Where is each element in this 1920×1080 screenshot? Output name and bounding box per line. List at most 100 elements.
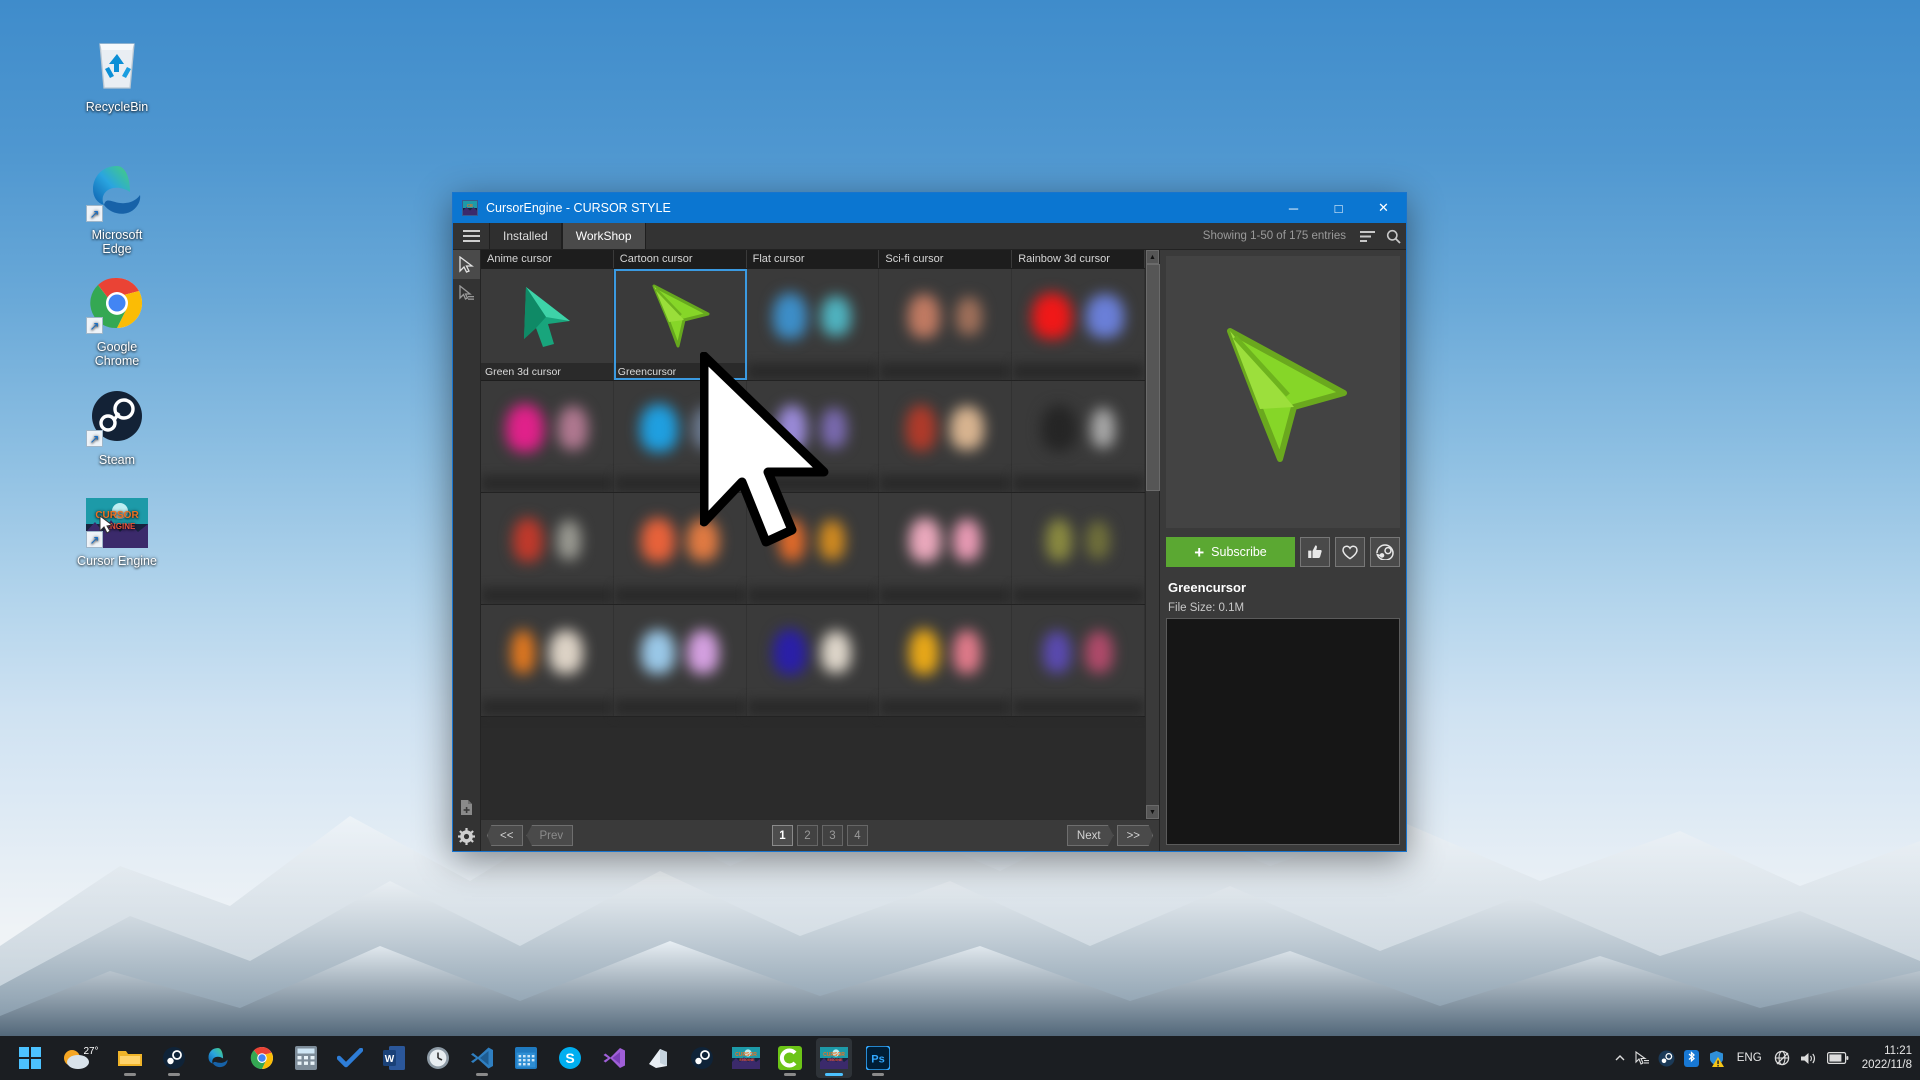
grid-item[interactable]: [613, 493, 747, 604]
last-page-button[interactable]: >>: [1116, 825, 1153, 846]
taskbar-steam[interactable]: [156, 1038, 192, 1078]
tab-installed[interactable]: Installed: [489, 223, 562, 249]
grid-item[interactable]: [746, 269, 880, 380]
desktop[interactable]: RecycleBin ↗ Microsoft Edge ↗ Google Chr…: [0, 0, 1920, 1080]
shield-warning-icon[interactable]: [1708, 1050, 1725, 1067]
taskbar-calculator[interactable]: [288, 1038, 324, 1078]
grid-vertical-scrollbar[interactable]: ▲ ▼: [1145, 250, 1160, 819]
taskbar-start-button[interactable]: [12, 1038, 48, 1078]
heart-icon[interactable]: [1335, 537, 1365, 567]
sidebar-item-add-file[interactable]: [453, 793, 480, 822]
taskbar-clock[interactable]: 11:21 2022/11/8: [1858, 1044, 1912, 1072]
sidebar-item-cursor-scheme-tool[interactable]: [453, 279, 480, 308]
network-globe-icon[interactable]: [1774, 1050, 1791, 1067]
page-number-button[interactable]: 2: [797, 825, 818, 846]
hamburger-icon[interactable]: [453, 223, 489, 249]
pagination-bar: << Prev 1 2 3 4 Next >>: [481, 819, 1159, 851]
grid-item[interactable]: [746, 493, 880, 604]
prev-page-button[interactable]: Prev: [526, 825, 574, 846]
page-number-group: 1 2 3 4: [576, 825, 1064, 846]
grid-item[interactable]: [879, 605, 1013, 716]
thumbs-up-icon[interactable]: [1300, 537, 1330, 567]
scrollbar-track[interactable]: [1146, 264, 1160, 805]
desktop-icon-steam[interactable]: ↗ Steam: [62, 385, 172, 468]
taskbar-photoshop[interactable]: Ps: [860, 1038, 896, 1078]
page-number-button[interactable]: 1: [772, 825, 793, 846]
bluetooth-icon[interactable]: [1683, 1049, 1699, 1067]
taskbar-visual-studio[interactable]: [596, 1038, 632, 1078]
search-icon[interactable]: [1380, 223, 1406, 249]
grid-item-label: [746, 587, 879, 604]
grid-item[interactable]: [481, 493, 614, 604]
desktop-icon-microsoft-edge[interactable]: ↗ Microsoft Edge: [62, 160, 172, 257]
sidebar-item-cursor-tool[interactable]: [453, 250, 480, 279]
scrollbar-thumb[interactable]: [1146, 264, 1160, 492]
page-number-button[interactable]: 3: [822, 825, 843, 846]
taskbar-file-explorer[interactable]: [112, 1038, 148, 1078]
desktop-icon-google-chrome[interactable]: ↗ Google Chrome: [62, 272, 172, 369]
grid-item[interactable]: [613, 381, 747, 492]
blurred-thumb: [747, 269, 879, 363]
grid-item[interactable]: [879, 269, 1013, 380]
grid-item[interactable]: [613, 605, 747, 716]
grid-item[interactable]: [1012, 605, 1145, 716]
page-number-button[interactable]: 4: [847, 825, 868, 846]
subscribe-button[interactable]: + Subscribe: [1166, 537, 1295, 567]
grid-item-label: [746, 699, 879, 716]
grid-item[interactable]: [1012, 493, 1145, 604]
battery-icon[interactable]: [1826, 1052, 1849, 1064]
chevron-up-icon[interactable]: [1614, 1052, 1626, 1064]
taskbar-vs-code[interactable]: [464, 1038, 500, 1078]
cursor-engine-window[interactable]: CE CursorEngine - CURSOR STYLE ─ □ ✕ Ins…: [452, 192, 1407, 852]
steam-icon[interactable]: [1370, 537, 1400, 567]
speaker-icon[interactable]: [1800, 1051, 1818, 1066]
taskbar-cursor-engine[interactable]: CURSOR ENGINE: [816, 1038, 852, 1078]
cursor-small-icon[interactable]: [1635, 1051, 1649, 1065]
grid-item-label: [481, 475, 613, 492]
steam-tray-icon[interactable]: [1658, 1050, 1675, 1067]
grid-item-selected[interactable]: Greencursor: [613, 269, 747, 380]
taskbar-clock-app[interactable]: [420, 1038, 456, 1078]
taskbar-calendar[interactable]: [508, 1038, 544, 1078]
grid-item[interactable]: [746, 605, 880, 716]
desktop-icon-cursor-engine[interactable]: CURSOR ENGINE ↗ Cursor Engine: [62, 498, 172, 569]
scroll-down-arrow-icon[interactable]: ▼: [1146, 805, 1159, 819]
maximize-button[interactable]: □: [1316, 193, 1361, 223]
tab-workshop[interactable]: WorkShop: [561, 223, 646, 249]
taskbar-cursor-engine-store[interactable]: CURSOR ENGINE: [728, 1038, 764, 1078]
desktop-icon-recyclebin[interactable]: RecycleBin: [62, 32, 172, 115]
taskbar-c-app[interactable]: [772, 1038, 808, 1078]
grid-item[interactable]: [746, 381, 880, 492]
language-indicator[interactable]: ENG: [1734, 1052, 1765, 1064]
taskbar-todo[interactable]: [332, 1038, 368, 1078]
grid-item[interactable]: Green 3d cursor: [481, 269, 614, 380]
scroll-up-arrow-icon[interactable]: ▲: [1146, 250, 1159, 264]
minimize-button[interactable]: ─: [1271, 193, 1316, 223]
svg-text:CE: CE: [467, 203, 473, 208]
sort-icon[interactable]: [1354, 223, 1380, 249]
svg-text:W: W: [385, 1054, 395, 1065]
grid-item[interactable]: [481, 605, 614, 716]
shortcut-arrow-icon: ↗: [86, 317, 103, 334]
taskbar-onenote[interactable]: [640, 1038, 676, 1078]
window-titlebar[interactable]: CE CursorEngine - CURSOR STYLE ─ □ ✕: [453, 193, 1406, 223]
sidebar-item-settings[interactable]: [453, 822, 480, 851]
taskbar-steam-2[interactable]: [684, 1038, 720, 1078]
greencursor-preview: [1166, 256, 1400, 528]
next-page-button[interactable]: Next: [1066, 825, 1114, 846]
close-button[interactable]: ✕: [1361, 193, 1406, 223]
grid-item[interactable]: [1012, 269, 1145, 380]
desktop-icon-label: Steam: [98, 453, 136, 467]
taskbar-items: 27° W S CURSOR ENGINE CURSOR ENGINE Ps: [0, 1038, 896, 1078]
grid-item[interactable]: [481, 381, 614, 492]
grid-item[interactable]: [1012, 381, 1145, 492]
taskbar-weather-widget[interactable]: 27°: [56, 1038, 104, 1078]
taskbar-skype[interactable]: S: [552, 1038, 588, 1078]
first-page-button[interactable]: <<: [487, 825, 524, 846]
taskbar-microsoft-edge[interactable]: [200, 1038, 236, 1078]
grid-item[interactable]: [879, 381, 1013, 492]
taskbar-google-chrome[interactable]: [244, 1038, 280, 1078]
grid-item[interactable]: [879, 493, 1013, 604]
taskbar-microsoft-word[interactable]: W: [376, 1038, 412, 1078]
